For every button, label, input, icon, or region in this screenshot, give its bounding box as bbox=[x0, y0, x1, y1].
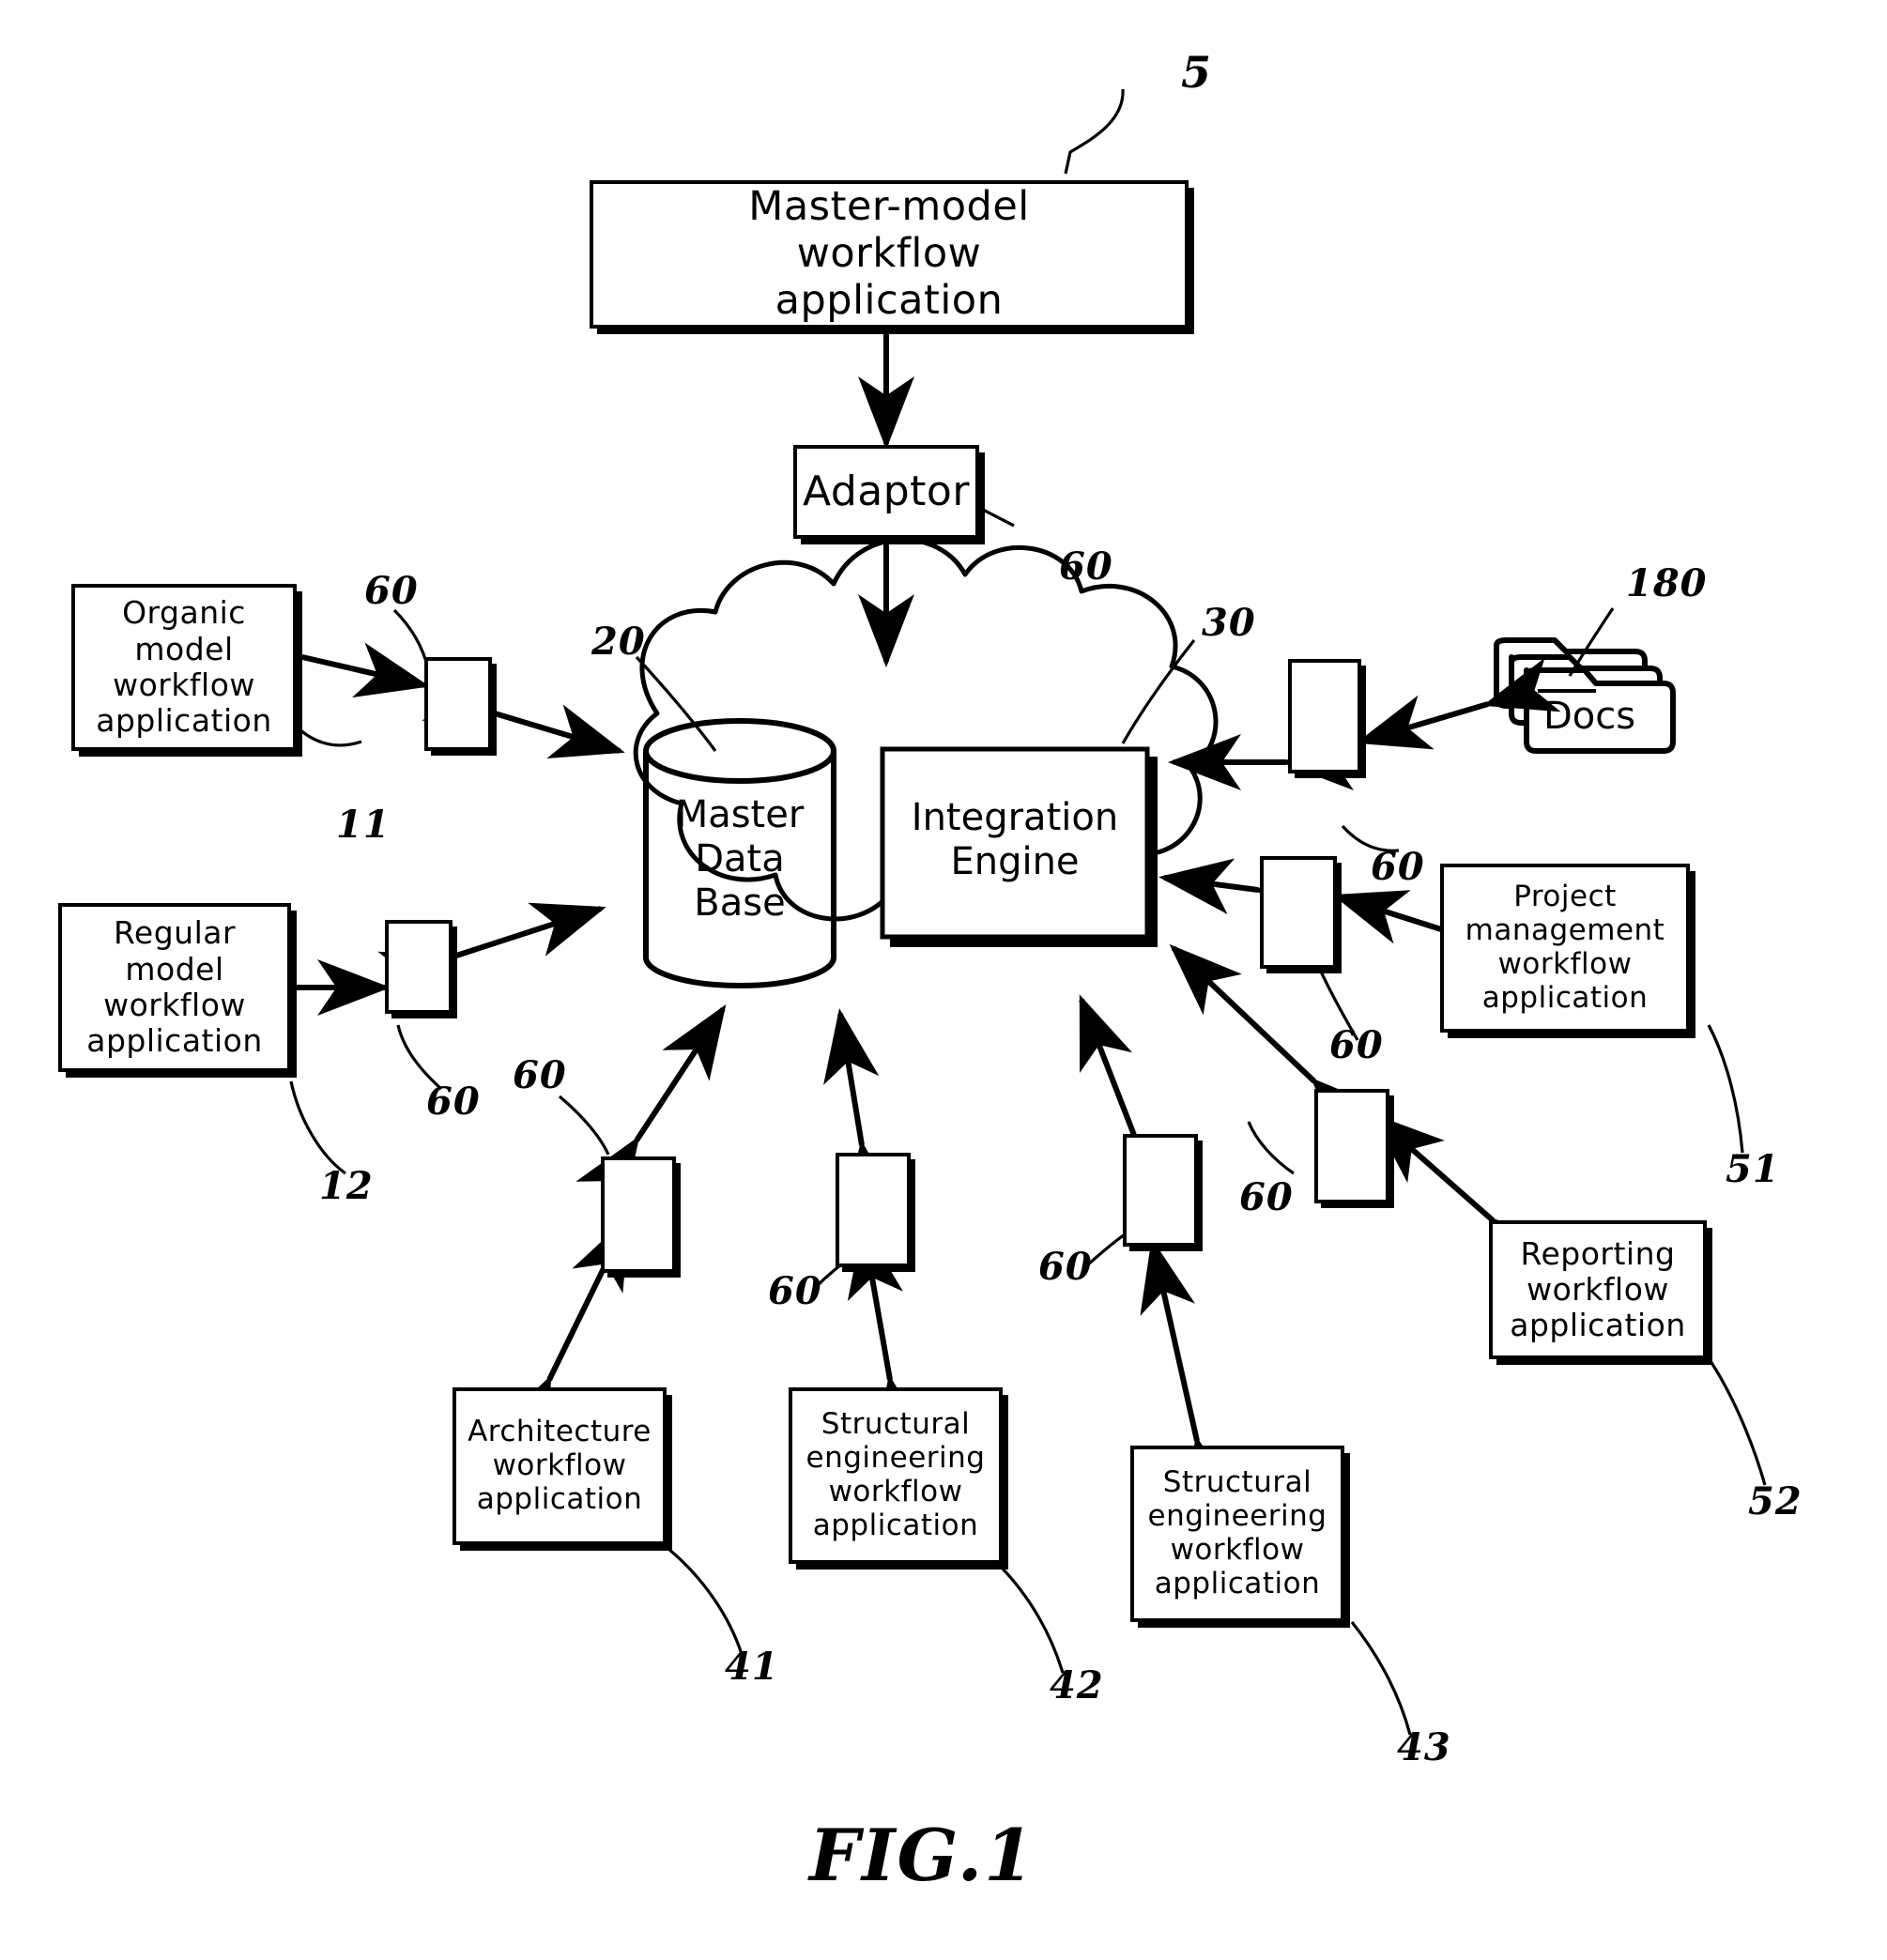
reference-numeral-52: 52 bbox=[1748, 1479, 1803, 1524]
master-model-workflow-application-box[interactable]: Master-model workflow application bbox=[590, 180, 1189, 329]
reference-numeral-60-structural-2: 60 bbox=[1038, 1245, 1093, 1289]
reference-numeral-60-architecture: 60 bbox=[513, 1053, 567, 1097]
reference-numeral-60-adaptor: 60 bbox=[1059, 544, 1113, 589]
reference-numeral-60-organic: 60 bbox=[364, 569, 419, 613]
reference-numeral-43: 43 bbox=[1397, 1725, 1451, 1769]
organic-model-workflow-application-label: Organic model workflow application bbox=[96, 594, 272, 740]
structural-engineering-workflow-application-box-43[interactable]: Structural engineering workflow applicat… bbox=[1130, 1446, 1344, 1622]
regular-model-workflow-application-box[interactable]: Regular model workflow application bbox=[58, 903, 291, 1072]
reporting-workflow-application-label: Reporting workflow application bbox=[1510, 1234, 1686, 1344]
integration-engine-label: Integration Engine bbox=[911, 796, 1119, 884]
adaptor-label: Adaptor bbox=[803, 467, 970, 516]
reporting-workflow-application-box[interactable]: Reporting workflow application bbox=[1489, 1220, 1707, 1359]
structural-engineering-workflow-application-box-42[interactable]: Structural engineering workflow applicat… bbox=[789, 1387, 1003, 1564]
reference-numeral-60-docs: 60 bbox=[1371, 845, 1425, 889]
reference-numeral-180: 180 bbox=[1626, 561, 1708, 605]
adaptor-connector-reporting[interactable] bbox=[1314, 1089, 1389, 1203]
master-model-workflow-application-label: Master-model workflow application bbox=[748, 183, 1030, 324]
adaptor-connector-regular[interactable] bbox=[385, 920, 453, 1014]
reference-numeral-41: 41 bbox=[725, 1645, 779, 1689]
organic-model-workflow-application-box[interactable]: Organic model workflow application bbox=[71, 584, 297, 751]
architecture-workflow-application-label: Architecture workflow application bbox=[468, 1415, 652, 1516]
reference-numeral-30: 30 bbox=[1202, 601, 1256, 645]
reference-numeral-20: 20 bbox=[591, 620, 646, 664]
reference-numeral-12: 12 bbox=[319, 1164, 374, 1208]
reference-numeral-60-project: 60 bbox=[1329, 1023, 1384, 1067]
figure-caption: FIG.1 bbox=[809, 1814, 1036, 1897]
reference-numeral-51: 51 bbox=[1726, 1147, 1780, 1191]
adaptor-connector-structural-2[interactable] bbox=[1123, 1134, 1198, 1247]
project-management-workflow-application-box[interactable]: Project management workflow application bbox=[1440, 864, 1690, 1033]
reference-numeral-11: 11 bbox=[336, 803, 391, 847]
patent-figure-canvas: Master-model workflow application 5 Adap… bbox=[0, 0, 1887, 1960]
structural-engineering-workflow-application-label-43: Structural engineering workflow applicat… bbox=[1147, 1465, 1327, 1600]
docs-label: Docs bbox=[1543, 695, 1636, 738]
adaptor-connector-architecture[interactable] bbox=[601, 1156, 676, 1273]
adaptor-connector-structural-1[interactable] bbox=[836, 1153, 911, 1267]
adaptor-box[interactable]: Adaptor bbox=[793, 445, 979, 539]
regular-model-workflow-application-label: Regular model workflow application bbox=[86, 914, 263, 1060]
architecture-workflow-application-box[interactable]: Architecture workflow application bbox=[453, 1387, 667, 1545]
project-management-workflow-application-label: Project management workflow application bbox=[1465, 880, 1665, 1015]
master-database-label: Master Data Base bbox=[675, 793, 805, 926]
reference-numeral-60-reporting: 60 bbox=[1239, 1175, 1294, 1219]
structural-engineering-workflow-application-label-42: Structural engineering workflow applicat… bbox=[805, 1407, 986, 1542]
reference-numeral-60-structural-1: 60 bbox=[768, 1269, 822, 1313]
adaptor-connector-project[interactable] bbox=[1260, 856, 1337, 969]
reference-numeral-60-regular: 60 bbox=[426, 1080, 481, 1124]
adaptor-connector-organic[interactable] bbox=[424, 657, 492, 751]
reference-numeral-5: 5 bbox=[1181, 47, 1213, 98]
reference-numeral-42: 42 bbox=[1050, 1663, 1104, 1707]
adaptor-connector-docs[interactable] bbox=[1288, 659, 1361, 773]
